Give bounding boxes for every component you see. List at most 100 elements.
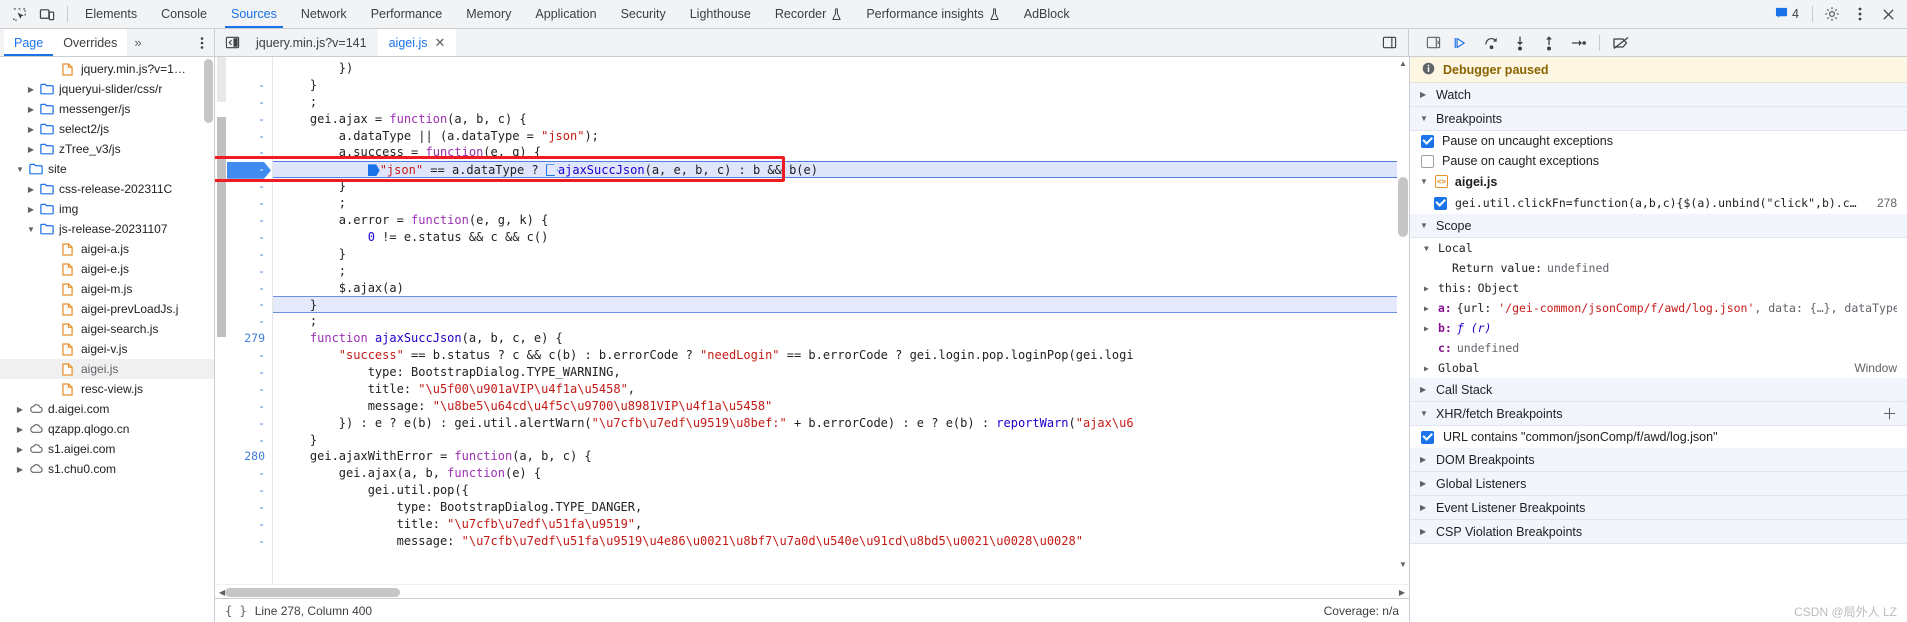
code-line[interactable]: type: BootstrapDialog.TYPE_DANGER, xyxy=(281,499,1409,516)
navigator-more-options-icon[interactable] xyxy=(190,31,214,55)
code-line[interactable]: } xyxy=(281,432,1409,449)
section-scope[interactable]: ▼ Scope xyxy=(1410,214,1907,238)
code-line[interactable]: } xyxy=(281,77,1409,94)
gear-icon[interactable] xyxy=(1819,2,1845,26)
section-watch[interactable]: ▶ Watch xyxy=(1410,83,1907,107)
scope-global-row[interactable]: ▶ Global Window xyxy=(1410,358,1907,378)
chevron-right-icon[interactable]: ▶ xyxy=(15,405,25,414)
chevron-right-icon[interactable]: ▶ xyxy=(26,205,36,214)
tree-file-item[interactable]: aigei-prevLoadJs.j xyxy=(0,299,214,319)
tab-security[interactable]: Security xyxy=(609,0,678,28)
line-number[interactable]: - xyxy=(227,364,265,381)
line-number[interactable]: - xyxy=(227,465,265,482)
code-line[interactable]: } xyxy=(281,178,1409,195)
line-number[interactable]: - xyxy=(227,499,265,516)
code-line[interactable]: gei.ajax = function(a, b, c) { xyxy=(281,111,1409,128)
chevron-right-icon[interactable]: ▶ xyxy=(1424,364,1433,373)
code-line[interactable]: }) xyxy=(281,60,1409,77)
scroll-up-arrow-icon[interactable]: ▲ xyxy=(1397,57,1409,69)
line-number[interactable] xyxy=(227,60,265,77)
deactivate-breakpoints-icon[interactable] xyxy=(1607,31,1635,55)
chevron-right-icon[interactable]: ▶ xyxy=(26,145,36,154)
breakpoint-file-row[interactable]: ▼ <> aigei.js xyxy=(1410,171,1907,192)
code-line[interactable]: "success" == b.status ? c && c(b) : b.er… xyxy=(281,347,1409,364)
breakpoint-entry-row[interactable]: gei.util.clickFn=function(a,b,c){$(a).un… xyxy=(1410,192,1907,214)
code-line[interactable]: gei.ajaxWithError = function(a, b, c) { xyxy=(281,448,1409,465)
tree-folder-item[interactable]: ▶ select2/js xyxy=(0,119,214,139)
scroll-down-arrow-icon[interactable]: ▼ xyxy=(1397,558,1409,570)
tree-file-item[interactable]: aigei-m.js xyxy=(0,279,214,299)
line-number[interactable]: - xyxy=(227,212,265,229)
line-number[interactable]: - xyxy=(227,381,265,398)
line-number[interactable]: - xyxy=(227,432,265,449)
editor-horizontal-scrollbar[interactable]: ◀ ▶ xyxy=(215,584,1409,598)
tree-folder-item[interactable]: ▶ jqueryui-slider/css/r xyxy=(0,79,214,99)
line-number[interactable]: - xyxy=(227,482,265,499)
checkbox[interactable] xyxy=(1421,154,1434,168)
line-number[interactable]: - xyxy=(227,313,265,330)
code-line[interactable]: 0 != e.status && c && c() xyxy=(281,229,1409,246)
line-number[interactable]: - xyxy=(227,94,265,111)
tab-elements[interactable]: Elements xyxy=(73,0,149,28)
section-xhr-breakpoints[interactable]: ▼ XHR/fetch Breakpoints ＋ xyxy=(1410,402,1907,426)
tree-file-item[interactable]: jquery.min.js?v=1… xyxy=(0,59,214,79)
chevron-right-icon[interactable]: ▶ xyxy=(15,445,25,454)
show-navigator-icon[interactable] xyxy=(219,31,245,55)
line-number[interactable]: - xyxy=(227,296,265,313)
step-into-icon[interactable] xyxy=(1506,31,1534,55)
more-vertical-icon[interactable] xyxy=(1847,2,1873,26)
add-xhr-breakpoint-icon[interactable]: ＋ xyxy=(1882,403,1897,424)
navtab-page[interactable]: Page xyxy=(4,29,54,56)
code-line[interactable]: title: "\u7cfb\u7edf\u51fa\u9519", xyxy=(281,516,1409,533)
line-number[interactable]: - xyxy=(227,398,265,415)
tab-memory[interactable]: Memory xyxy=(454,0,523,28)
line-number[interactable]: - xyxy=(227,161,265,178)
tab-network[interactable]: Network xyxy=(289,0,359,28)
chevron-right-icon[interactable]: ▶ xyxy=(15,465,25,474)
tree-domain-item[interactable]: ▶ s1.chu0.com xyxy=(0,459,214,479)
chevron-right-icon[interactable]: ▶ xyxy=(26,185,36,194)
section-call-stack[interactable]: ▶ Call Stack xyxy=(1410,378,1907,402)
close-icon[interactable]: ✕ xyxy=(435,36,446,49)
close-icon[interactable] xyxy=(1875,2,1901,26)
line-number[interactable]: - xyxy=(227,263,265,280)
code-line[interactable]: $.ajax(a) xyxy=(281,280,1409,297)
editor-tab-aigei[interactable]: aigei.js ✕ xyxy=(377,29,457,56)
code-line[interactable]: ; xyxy=(281,263,1409,280)
line-number[interactable]: - xyxy=(227,178,265,195)
editor-left-scrollbar[interactable] xyxy=(215,57,227,584)
tree-file-item[interactable]: aigei-a.js xyxy=(0,239,214,259)
tree-folder-item[interactable]: ▶ css-release-202311C xyxy=(0,179,214,199)
navtab-overrides[interactable]: Overrides xyxy=(53,29,128,56)
tree-folder-item[interactable]: ▼ js-release-20231107 xyxy=(0,219,214,239)
line-number[interactable]: - xyxy=(227,347,265,364)
checkbox[interactable] xyxy=(1421,134,1434,148)
line-number[interactable]: - xyxy=(227,128,265,145)
tab-sources[interactable]: Sources xyxy=(219,0,289,28)
tab-adblock[interactable]: AdBlock xyxy=(1012,0,1082,28)
code-line[interactable]: message: "\u8be5\u64cd\u4f5c\u9700\u8981… xyxy=(281,398,1409,415)
xhr-breakpoint-entry[interactable]: URL contains "common/jsonComp/f/awd/log.… xyxy=(1410,426,1907,448)
checkbox[interactable] xyxy=(1421,430,1434,444)
chevron-right-icon[interactable]: ▶ xyxy=(26,125,36,134)
tab-performance[interactable]: Performance xyxy=(359,0,455,28)
section-breakpoints[interactable]: ▼ Breakpoints xyxy=(1410,107,1907,131)
tree-domain-item[interactable]: ▶ d.aigei.com xyxy=(0,399,214,419)
pause-caught-exceptions-row[interactable]: Pause on caught exceptions xyxy=(1410,151,1907,171)
code-line[interactable]: } xyxy=(281,246,1409,263)
code-line[interactable]: ; xyxy=(281,313,1409,330)
code-line[interactable]: title: "\u5f00\u901aVIP\u4f1a\u5458", xyxy=(281,381,1409,398)
resume-script-icon[interactable] xyxy=(1448,31,1476,55)
tree-folder-item[interactable]: ▶ zTree_v3/js xyxy=(0,139,214,159)
chevron-right-icon[interactable]: ▶ xyxy=(1424,284,1433,293)
section-event-listener-breakpoints[interactable]: ▶ Event Listener Breakpoints xyxy=(1410,496,1907,520)
tree-folder-item[interactable]: ▼ site xyxy=(0,159,214,179)
line-number[interactable]: - xyxy=(227,195,265,212)
tab-performance-insights[interactable]: Performance insights xyxy=(854,0,1011,28)
tab-recorder[interactable]: Recorder xyxy=(763,0,854,28)
chevron-right-icon[interactable]: ▶ xyxy=(15,425,25,434)
toggle-debugger-sidebar-icon[interactable] xyxy=(1419,31,1447,55)
tab-application[interactable]: Application xyxy=(523,0,608,28)
source-code[interactable]: }) } ; gei.ajax = function(a, b, c) { a.… xyxy=(273,57,1409,584)
chevron-down-icon[interactable]: ▼ xyxy=(26,225,36,234)
